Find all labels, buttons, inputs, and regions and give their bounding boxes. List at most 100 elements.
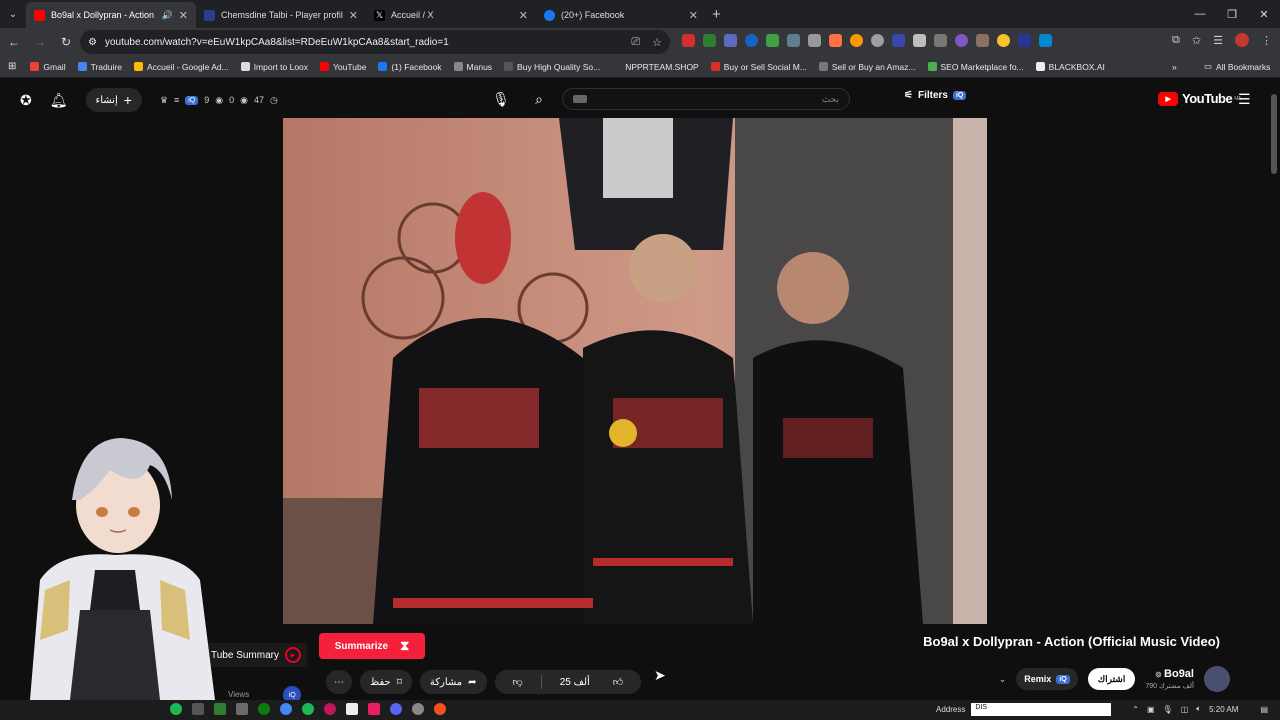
bookmark-item[interactable]: Sell or Buy an Amaz... (818, 62, 916, 72)
search-input[interactable]: بحث (562, 88, 850, 110)
chrome-icon[interactable] (280, 703, 292, 715)
extension-icon[interactable] (1039, 34, 1052, 47)
bookmark-item[interactable]: Manus (453, 62, 492, 72)
extension-icon[interactable] (787, 34, 800, 47)
extension-icon[interactable] (892, 34, 905, 47)
close-window-icon[interactable]: ✕ (1248, 0, 1280, 28)
bookmark-item[interactable]: NPPRTEAM.SHOP (612, 62, 699, 72)
new-tab-icon[interactable]: + (712, 6, 721, 23)
star-icon[interactable]: ✩ (1192, 34, 1201, 47)
tab-facebook[interactable]: (20+) Facebook ✕ (536, 2, 706, 28)
restore-icon[interactable]: ❐ (1216, 0, 1248, 28)
extension-icon[interactable] (955, 34, 968, 47)
dislike-button[interactable]: 👎︎ (495, 676, 541, 688)
close-tab-icon[interactable]: ✕ (349, 9, 358, 22)
extension-logo-icon[interactable]: ✪ (20, 92, 32, 109)
app-icon[interactable] (214, 703, 226, 715)
notifications-bell-icon[interactable]: 🔔︎ (50, 92, 68, 109)
tab-x[interactable]: 𝕏 Accueil / X ✕ (366, 2, 536, 28)
app-icon[interactable] (412, 703, 424, 715)
back-icon[interactable]: ← (2, 30, 26, 54)
tab-youtube[interactable]: Bo9al x Dollypran - Action ( 🔊 ✕ (26, 2, 196, 28)
close-tab-icon[interactable]: ✕ (179, 9, 188, 22)
all-bookmarks-folder[interactable]: ▭ All Bookmarks (1204, 61, 1270, 72)
discord-icon[interactable] (390, 703, 402, 715)
network-icon[interactable]: ◫ (1181, 705, 1189, 714)
bookmark-item[interactable]: Buy High Quality So... (504, 62, 600, 72)
volume-icon[interactable]: 🔈︎ (1196, 704, 1201, 714)
site-info-icon[interactable]: ⚙ (88, 37, 97, 48)
more-bookmarks-icon[interactable]: » (1172, 62, 1177, 72)
summarize-button[interactable]: Summarize ⧗ (319, 633, 425, 659)
extension-icon[interactable] (745, 34, 758, 47)
save-button[interactable]: حفظ ⌑ (360, 670, 412, 694)
microphone-icon[interactable]: 🎙︎ (488, 88, 514, 110)
video-player[interactable] (283, 118, 987, 624)
bookmark-item[interactable]: (1) Facebook (378, 62, 442, 72)
create-button[interactable]: إنشاء + (85, 88, 142, 112)
audio-icon[interactable]: 🔊 (162, 10, 173, 21)
cast-icon[interactable]: ⎚ (631, 36, 640, 49)
app-icon[interactable] (434, 703, 446, 715)
app-icon[interactable] (236, 703, 248, 715)
microphone-tray-icon[interactable]: 🎙︎ (1163, 705, 1173, 714)
extension-icon[interactable] (850, 34, 863, 47)
notepad-icon[interactable] (346, 703, 358, 715)
youtube-logo[interactable]: ▶ YouTube MA (1158, 91, 1241, 106)
bookmark-item[interactable]: Import to Loox (240, 62, 308, 72)
clock-time[interactable]: 5:20 AM (1209, 705, 1238, 714)
app-icon[interactable] (324, 703, 336, 715)
app-icon[interactable] (368, 703, 380, 715)
bookmark-item[interactable]: Gmail (30, 62, 66, 72)
address-input[interactable]: DIS (971, 703, 1112, 716)
extension-icon[interactable] (976, 34, 989, 47)
page-scrollbar[interactable] (1268, 80, 1280, 700)
like-button[interactable]: 25 ألف 👍︎ (542, 676, 642, 689)
tab-search-button[interactable]: ⌄ (0, 0, 26, 28)
filters-button[interactable]: ⚟ Filters iQ (904, 90, 967, 101)
chevron-up-icon[interactable]: ⌃ (1132, 705, 1139, 714)
bookmark-item[interactable]: Accueil - Google Ad... (133, 62, 229, 72)
extension-icon[interactable] (871, 34, 884, 47)
subscribe-button[interactable]: اشتراك (1087, 668, 1136, 690)
extension-icon[interactable] (997, 34, 1010, 47)
menu-icon[interactable]: ☰ (1238, 91, 1251, 108)
remix-button[interactable]: Remix iQ (1016, 668, 1078, 690)
bookmark-item[interactable]: BLACKBOX.AI (1035, 62, 1105, 72)
bookmark-item[interactable]: YouTube (320, 62, 366, 72)
extension-icon[interactable] (934, 34, 947, 47)
address-bar[interactable]: ⚙ youtube.com/watch?v=eEuW1kpCAa8&list=R… (80, 30, 670, 54)
extension-icon[interactable] (703, 34, 716, 47)
channel-name[interactable]: ⊚ Bo9al (1155, 668, 1194, 680)
spotify-icon[interactable] (302, 703, 314, 715)
bookmark-star-icon[interactable]: ☆ (652, 36, 662, 49)
bookmark-item[interactable]: SEO Marketplace fo... (927, 62, 1024, 72)
notifications-icon[interactable]: ▤ (1260, 705, 1268, 714)
more-actions-button[interactable]: ⋯ (326, 670, 352, 694)
keyboard-icon[interactable] (573, 95, 587, 103)
extension-icon[interactable] (724, 34, 737, 47)
forward-icon[interactable]: → (28, 30, 52, 54)
app-icon[interactable] (192, 703, 204, 715)
puzzle-icon[interactable]: ⧉ (1172, 34, 1180, 47)
extension-icon[interactable] (808, 34, 821, 47)
close-tab-icon[interactable]: ✕ (519, 9, 528, 22)
chevron-down-icon[interactable]: ⌄ (999, 674, 1007, 685)
reading-list-icon[interactable]: ☰ (1213, 34, 1223, 47)
apps-grid-icon[interactable]: ⊞ (8, 61, 16, 72)
close-tab-icon[interactable]: ✕ (689, 9, 698, 22)
tab-player-profile[interactable]: Chemsdine Talbi - Player profile ✕ (196, 2, 366, 28)
kebab-menu-icon[interactable]: ⋮ (1261, 34, 1272, 47)
reload-icon[interactable]: ↻ (54, 30, 78, 54)
search-icon[interactable]: ⌕ (526, 88, 552, 110)
minimize-icon[interactable]: — (1184, 0, 1216, 28)
extension-icon[interactable] (682, 34, 695, 47)
extension-icon[interactable] (913, 34, 926, 47)
channel-avatar[interactable] (1204, 666, 1230, 692)
app-tray-icon[interactable]: ▣ (1147, 705, 1155, 714)
scrollbar-thumb[interactable] (1271, 94, 1277, 174)
url-text[interactable]: youtube.com/watch?v=eEuW1kpCAa8&list=RDe… (105, 37, 449, 48)
extension-icon[interactable] (1018, 34, 1031, 47)
extension-icon[interactable] (829, 34, 842, 47)
whatsapp-icon[interactable] (170, 703, 182, 715)
